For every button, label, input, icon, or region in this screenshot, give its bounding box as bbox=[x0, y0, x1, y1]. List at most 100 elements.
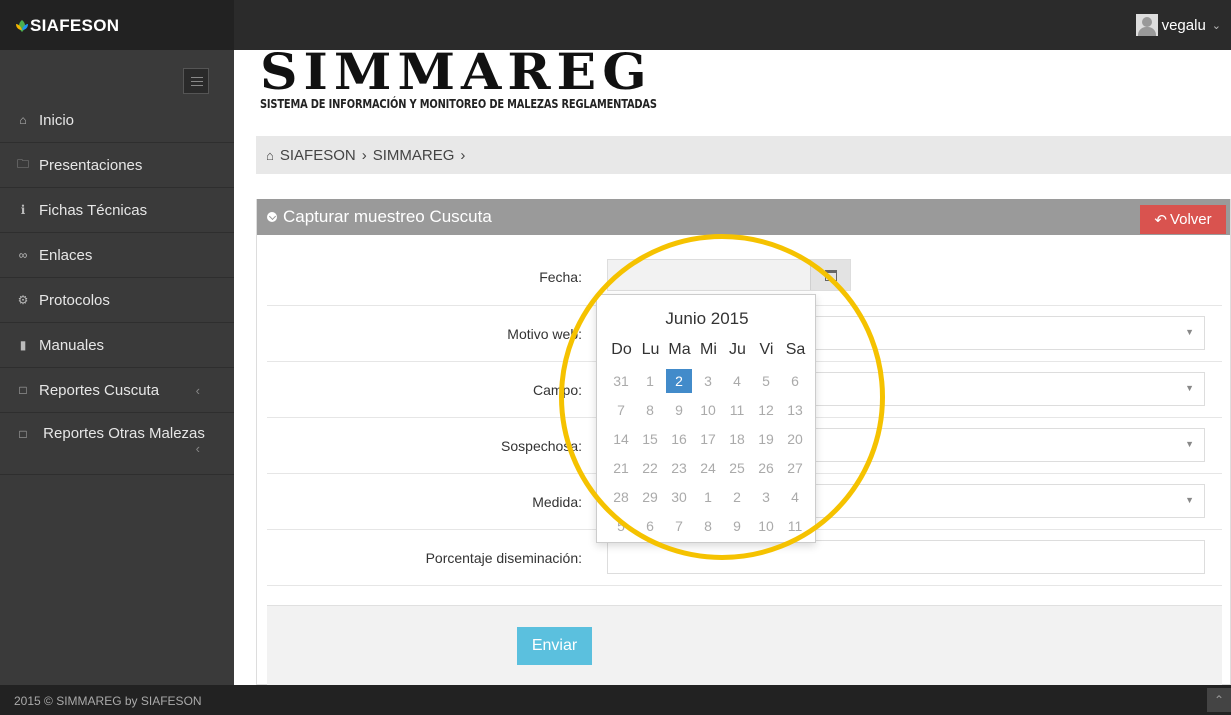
home-icon: ⌂ bbox=[19, 113, 27, 127]
sidebar-item-label: Manuales bbox=[39, 336, 105, 354]
avatar bbox=[1135, 14, 1158, 36]
datepicker-day[interactable]: 31 bbox=[608, 369, 634, 393]
weekday-label: Sa bbox=[785, 341, 806, 358]
datepicker-day[interactable]: 2 bbox=[724, 485, 750, 509]
datepicker-day[interactable]: 1 bbox=[637, 369, 663, 393]
sidebar-item-fichas-tecnicas[interactable]: i Fichas Técnicas bbox=[0, 188, 234, 233]
sidebar-item-presentaciones[interactable]: 🗀 Presentaciones bbox=[0, 143, 234, 188]
sidebar-item-reportes-cuscuta[interactable]: □ Reportes Cuscuta ‹ bbox=[0, 368, 234, 413]
datepicker-day[interactable]: 4 bbox=[782, 485, 808, 509]
sidebar-item-enlaces[interactable]: ∞ Enlaces bbox=[0, 233, 234, 278]
weekday-label: Do bbox=[611, 341, 632, 358]
weekday-label: Ma bbox=[668, 341, 691, 358]
datepicker-day[interactable]: 8 bbox=[637, 398, 663, 422]
datepicker-day[interactable]: 25 bbox=[724, 456, 750, 480]
porcentaje-label: Porcentaje diseminación: bbox=[425, 550, 582, 566]
link-icon: ∞ bbox=[18, 248, 28, 262]
submit-button[interactable]: Enviar bbox=[517, 627, 592, 665]
back-button-label: Volver bbox=[1169, 211, 1212, 228]
datepicker-day[interactable]: 16 bbox=[666, 427, 692, 451]
user-menu[interactable]: vegalu ⌄ bbox=[1135, 10, 1221, 40]
sidebar-item-protocolos[interactable]: ⚙ Protocolos bbox=[0, 278, 234, 323]
datepicker-day[interactable]: 2 bbox=[666, 369, 692, 393]
datepicker-day[interactable]: 7 bbox=[666, 514, 692, 538]
datepicker-popup: Junio 2015 Do Lu Ma Mi Ju Vi Sa 31 1 2 3 4 5 6… bbox=[596, 294, 816, 543]
weekday-label: Lu bbox=[641, 341, 660, 358]
copyright-text: 2015 © SIMMAREG by SIAFESON bbox=[14, 694, 202, 708]
datepicker-day[interactable]: 23 bbox=[666, 456, 692, 480]
datepicker-day[interactable]: 17 bbox=[695, 427, 721, 451]
select-arrow-icon: ▼ bbox=[1185, 495, 1194, 505]
datepicker-weekdays: Do Lu Ma Mi Ju Vi Sa bbox=[607, 341, 810, 359]
datepicker-day[interactable]: 18 bbox=[724, 427, 750, 451]
datepicker-month-title[interactable]: Junio 2015 bbox=[597, 309, 817, 329]
select-arrow-icon: ▼ bbox=[1185, 327, 1194, 337]
datepicker-day[interactable]: 9 bbox=[666, 398, 692, 422]
reply-icon: ↶ bbox=[1154, 211, 1167, 229]
file-icon: □ bbox=[19, 383, 27, 397]
breadcrumb: ⌂ SIAFESON › SIMMAREG › bbox=[256, 136, 1231, 174]
datepicker-day[interactable]: 6 bbox=[637, 514, 663, 538]
chevron-left-icon: ‹ bbox=[195, 382, 200, 398]
back-button[interactable]: ↶ Volver bbox=[1140, 205, 1226, 234]
sidebar-item-label: Presentaciones bbox=[39, 156, 143, 174]
book-icon: ▮ bbox=[19, 338, 27, 352]
datepicker-day[interactable]: 3 bbox=[753, 485, 779, 509]
sidebar-item-label: Inicio bbox=[39, 111, 75, 129]
info-icon: i bbox=[20, 203, 26, 217]
sidebar: ⌂ Inicio 🗀 Presentaciones i Fichas Técni… bbox=[0, 50, 234, 685]
chevron-left-icon: ‹ bbox=[195, 441, 200, 456]
fecha-input[interactable] bbox=[607, 259, 851, 291]
datepicker-day[interactable]: 8 bbox=[695, 514, 721, 538]
datepicker-day[interactable]: 9 bbox=[724, 514, 750, 538]
datepicker-day[interactable]: 20 bbox=[782, 427, 808, 451]
breadcrumb-item[interactable]: SIAFESON bbox=[280, 147, 356, 164]
breadcrumb-separator: › bbox=[460, 146, 466, 164]
sidebar-item-reportes-otras-malezas[interactable]: □ Reportes Otras Malezas ‹ bbox=[0, 413, 234, 475]
select-arrow-icon: ▼ bbox=[1185, 383, 1194, 393]
sidebar-item-label: Protocolos bbox=[39, 291, 110, 309]
datepicker-day[interactable]: 4 bbox=[724, 369, 750, 393]
menu-toggle-button[interactable] bbox=[183, 68, 209, 94]
breadcrumb-separator: › bbox=[361, 146, 367, 164]
chevron-up-icon[interactable]: ⌃ bbox=[1207, 688, 1231, 712]
datepicker-day[interactable]: 3 bbox=[695, 369, 721, 393]
leaf-logo-icon bbox=[16, 20, 28, 32]
datepicker-day[interactable]: 27 bbox=[782, 456, 808, 480]
sidebar-item-inicio[interactable]: ⌂ Inicio bbox=[0, 98, 234, 143]
sidebar-item-label: Fichas Técnicas bbox=[39, 201, 148, 219]
weekday-label: Vi bbox=[759, 341, 774, 358]
datepicker-day[interactable]: 5 bbox=[608, 514, 634, 538]
fecha-label: Fecha: bbox=[539, 269, 582, 285]
datepicker-day[interactable]: 11 bbox=[782, 514, 808, 538]
datepicker-day[interactable]: 10 bbox=[753, 514, 779, 538]
sidebar-item-manuales[interactable]: ▮ Manuales bbox=[0, 323, 234, 368]
breadcrumb-item[interactable]: SIMMAREG bbox=[373, 147, 455, 164]
datepicker-day[interactable]: 1 bbox=[695, 485, 721, 509]
datepicker-day[interactable]: 15 bbox=[637, 427, 663, 451]
form-actions: Enviar bbox=[267, 605, 1222, 685]
sidebar-item-label: Reportes Cuscuta bbox=[39, 381, 160, 399]
calendar-button[interactable] bbox=[810, 260, 850, 290]
weekday-label: Ju bbox=[729, 341, 746, 358]
datepicker-day[interactable]: 24 bbox=[695, 456, 721, 480]
datepicker-day[interactable]: 6 bbox=[782, 369, 808, 393]
porcentaje-input[interactable] bbox=[607, 540, 1205, 574]
select-arrow-icon: ▼ bbox=[1185, 439, 1194, 449]
datepicker-day[interactable]: 5 bbox=[753, 369, 779, 393]
panel-header: Capturar muestreo Cuscuta ↶ Volver bbox=[257, 199, 1230, 235]
brand-name[interactable]: SIAFESON bbox=[30, 16, 119, 36]
datepicker-day[interactable]: 26 bbox=[753, 456, 779, 480]
datepicker-day[interactable]: 30 bbox=[666, 485, 692, 509]
datepicker-day[interactable]: 12 bbox=[753, 398, 779, 422]
datepicker-day[interactable]: 13 bbox=[782, 398, 808, 422]
datepicker-day[interactable]: 29 bbox=[637, 485, 663, 509]
datepicker-day[interactable]: 10 bbox=[695, 398, 721, 422]
datepicker-day[interactable]: 7 bbox=[608, 398, 634, 422]
datepicker-day[interactable]: 22 bbox=[637, 456, 663, 480]
datepicker-day[interactable]: 14 bbox=[608, 427, 634, 451]
datepicker-day[interactable]: 11 bbox=[724, 398, 750, 422]
datepicker-day[interactable]: 28 bbox=[608, 485, 634, 509]
datepicker-day[interactable]: 21 bbox=[608, 456, 634, 480]
datepicker-day[interactable]: 19 bbox=[753, 427, 779, 451]
